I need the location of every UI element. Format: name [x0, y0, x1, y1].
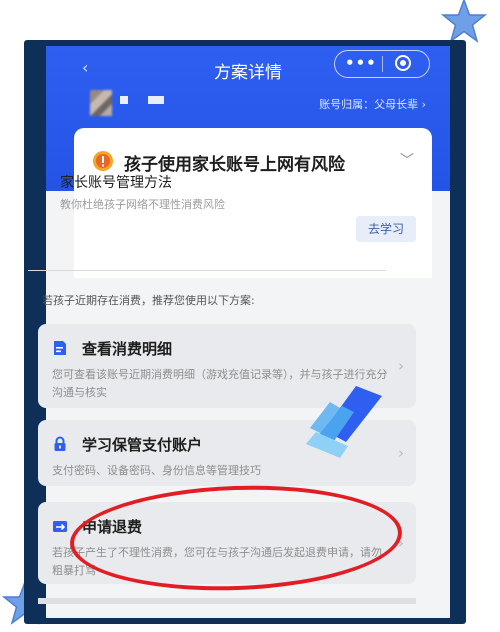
blurred-account-name [120, 96, 192, 110]
refund-icon [53, 521, 67, 532]
bottom-band [38, 598, 416, 604]
account-owner-link[interactable]: 账号归属：父母长辈 › [319, 96, 426, 112]
mini-program-capsule: ••• [334, 50, 430, 78]
chevron-down-icon[interactable]: ﹀ [400, 150, 414, 170]
method-desc: 教你杜绝孩子网络不理性消费风险 [60, 198, 225, 211]
capsule-divider [382, 56, 383, 72]
option-title: 查看消费明细 [82, 340, 173, 358]
chevron-right-icon: › [398, 357, 404, 375]
learn-button[interactable]: 去学习 [356, 216, 416, 242]
mosaic-block [148, 96, 164, 104]
suggestion-text: 若孩子近期存在消费，推荐您使用以下方案: [42, 294, 255, 307]
option-title: 学习保管支付账户 [82, 436, 203, 454]
arrow-pointer-icon [306, 386, 382, 458]
target-icon[interactable] [395, 55, 411, 71]
mosaic-block [120, 96, 128, 104]
lock-icon [54, 436, 66, 451]
method-title: 家长账号管理方法 [60, 175, 172, 191]
chevron-right-icon: › [398, 444, 404, 462]
section-divider [28, 270, 386, 271]
document-icon [54, 341, 66, 355]
star-decoration-icon [441, 0, 487, 43]
warning-shield-icon [93, 151, 113, 171]
more-icon[interactable]: ••• [345, 51, 376, 77]
avatar [90, 90, 112, 116]
